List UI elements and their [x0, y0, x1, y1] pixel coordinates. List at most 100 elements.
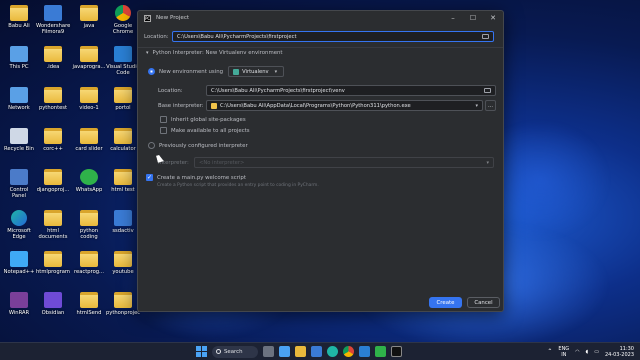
welcome-script-checkbox[interactable]: ✓: [146, 174, 153, 181]
inherit-checkbox[interactable]: [160, 116, 167, 123]
chevron-up-icon[interactable]: ⌃: [547, 348, 552, 355]
minimize-icon[interactable]: –: [443, 11, 463, 25]
vscode-icon[interactable]: [359, 346, 370, 357]
taskbar: Search ⌃ ENG IN ◠ ◖ ▭ 11:30 24-03-2023: [0, 342, 640, 360]
wifi-icon[interactable]: ◠: [575, 349, 579, 355]
desktop-icon[interactable]: ssdactiv: [106, 210, 140, 234]
desktop-icon[interactable]: card slider: [72, 128, 106, 152]
desktop-icon[interactable]: Babu Ali: [2, 5, 36, 29]
interpreter-dropdown[interactable]: <No interpreter> ▾: [194, 157, 494, 168]
desktop-icon[interactable]: Recycle Bin: [2, 128, 36, 152]
desktop-icon[interactable]: html test: [106, 169, 140, 193]
desktop-icon-label: reactprog...: [74, 269, 104, 275]
previous-interpreter-radio[interactable]: [148, 142, 155, 149]
desktop-icon[interactable]: Obsidian: [36, 292, 70, 316]
cancel-button[interactable]: Cancel: [467, 297, 500, 308]
inherit-label: Inherit global site-packages: [171, 116, 246, 123]
system-tray: ⌃ ENG IN ◠ ◖ ▭ 11:30 24-03-2023: [547, 343, 634, 360]
taskbar-search[interactable]: Search: [212, 345, 258, 358]
desktop-icon-label: htmlSend: [76, 310, 102, 316]
pycharm-taskbar-icon[interactable]: [391, 346, 402, 357]
folder-icon: [44, 169, 62, 185]
desktop-icon[interactable]: reactprog...: [72, 251, 106, 275]
desktop-icon[interactable]: This PC: [2, 46, 36, 70]
desktop-icon[interactable]: pythonprojec: [106, 292, 140, 316]
chrome-icon[interactable]: [343, 346, 354, 357]
desktop-icon-label: video-1: [79, 105, 99, 111]
location-field[interactable]: C:\Users\Babu Ali\PycharmProjects\firstp…: [172, 31, 494, 42]
folder-icon: [44, 128, 62, 144]
folder-icon: [44, 46, 62, 62]
create-button[interactable]: Create: [429, 297, 462, 308]
desktop-icon[interactable]: html documents: [36, 210, 70, 240]
folder-icon: [10, 5, 28, 21]
desktop-icon-label: WhatsApp: [75, 187, 103, 193]
desktop-icon[interactable]: javaprogra...: [72, 46, 106, 70]
desktop-icon-label: Control Panel: [9, 187, 29, 199]
maximize-icon[interactable]: ☐: [463, 11, 483, 25]
desktop-icon[interactable]: WhatsApp: [72, 169, 106, 193]
clock[interactable]: 11:30 24-03-2023: [605, 346, 634, 358]
task-view-icon[interactable]: [263, 346, 274, 357]
folder-icon[interactable]: [484, 88, 491, 93]
desktop-icon[interactable]: Google Chrome: [106, 5, 140, 35]
base-interpreter-dropdown[interactable]: C:\Users\Babu Ali\AppData\Local\Programs…: [206, 100, 483, 111]
base-interpreter-value: C:\Users\Babu Ali\AppData\Local\Programs…: [220, 102, 411, 109]
desktop-icon[interactable]: Notepad++: [2, 251, 36, 275]
desktop-icon[interactable]: calculator: [106, 128, 140, 152]
desktop-icon[interactable]: Microsoft Edge: [2, 210, 36, 240]
divider: [138, 47, 503, 48]
desktop-icon-label: htmlprogram: [36, 269, 70, 275]
desktop-icon-label: Network: [8, 105, 30, 111]
desktop-icon[interactable]: WinRAR: [2, 292, 36, 316]
desktop-icon[interactable]: youtube: [106, 251, 140, 275]
start-button[interactable]: [196, 346, 207, 357]
env-tool-value: Virtualenv: [242, 68, 269, 75]
venv-location-label: Location:: [158, 87, 183, 94]
previous-interpreter-label: Previously configured interpreter: [159, 142, 248, 149]
python-icon: [211, 102, 217, 109]
desktop-icon[interactable]: video-1: [72, 87, 106, 111]
available-checkbox[interactable]: [160, 127, 167, 134]
section-title[interactable]: Python Interpreter: New Virtualenv envir…: [153, 50, 283, 56]
browse-button[interactable]: ...: [485, 100, 496, 111]
folder-icon[interactable]: [482, 34, 489, 39]
desktop-icon[interactable]: portol: [106, 87, 140, 111]
chevron-down-icon[interactable]: ▾: [146, 50, 149, 56]
widgets-icon[interactable]: [279, 346, 290, 357]
desktop-icon[interactable]: corc++: [36, 128, 70, 152]
desktop-icon[interactable]: python coding: [72, 210, 106, 240]
desktop-icon[interactable]: java: [72, 5, 106, 29]
desktop-icon[interactable]: Network: [2, 87, 36, 111]
desktop-icon[interactable]: Visual Studio Code: [106, 46, 140, 76]
search-label: Search: [224, 348, 243, 355]
edge-icon[interactable]: [327, 346, 338, 357]
notepad-icon: [10, 251, 28, 267]
folder-icon: [80, 87, 98, 103]
folder-icon: [44, 251, 62, 267]
dialog-titlebar[interactable]: PC New Project – ☐ ✕: [138, 11, 503, 25]
new-env-radio[interactable]: [148, 68, 155, 75]
desktop-icon[interactable]: htmlSend: [72, 292, 106, 316]
pycharm-icon[interactable]: [375, 346, 386, 357]
language-indicator[interactable]: ENG IN: [558, 346, 569, 358]
env-tool-dropdown[interactable]: Virtualenv ▾: [228, 66, 285, 77]
venv-location-field[interactable]: C:\Users\Babu Ali\PycharmProjects\firstp…: [206, 85, 496, 96]
folder-icon: [114, 169, 132, 185]
desktop-icon[interactable]: htmlprogram: [36, 251, 70, 275]
green-icon: [80, 169, 98, 185]
volume-icon[interactable]: ◖: [586, 349, 589, 355]
desktop-icon[interactable]: pythontest: [36, 87, 70, 111]
desktop-icon[interactable]: Control Panel: [2, 169, 36, 199]
close-icon[interactable]: ✕: [483, 11, 503, 25]
folder-icon: [114, 292, 132, 308]
desktop-icon[interactable]: Wondershare Filmora9: [36, 5, 70, 35]
battery-icon[interactable]: ▭: [594, 349, 599, 355]
store-icon[interactable]: [311, 346, 322, 357]
desktop-icon-label: ssdactiv: [112, 228, 134, 234]
interpreter-value: <No interpreter>: [199, 159, 245, 166]
desktop-icon[interactable]: djangoproj...: [36, 169, 70, 193]
desktop-icon-label: WinRAR: [8, 310, 30, 316]
desktop-icon[interactable]: .idea: [36, 46, 70, 70]
file-explorer-icon[interactable]: [295, 346, 306, 357]
